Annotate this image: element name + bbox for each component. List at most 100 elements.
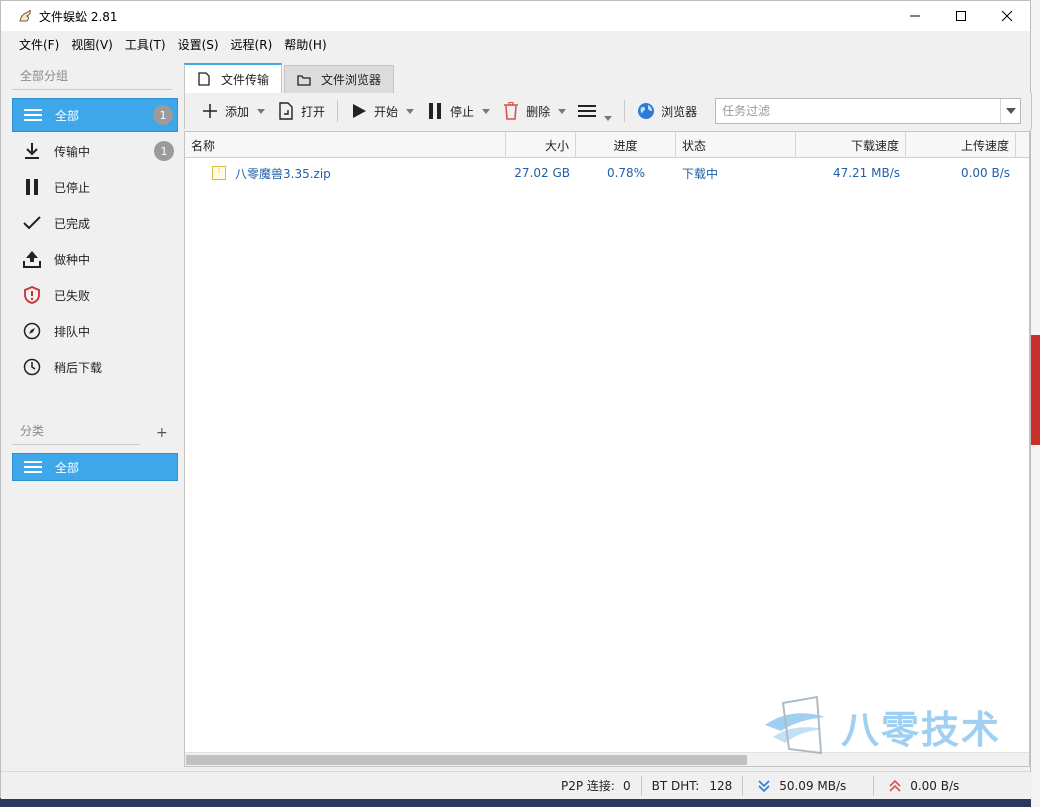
column-header-upload-speed[interactable]: 上传速度 [906,132,1016,158]
upload-icon [21,248,43,270]
delete-label: 删除 [526,104,551,119]
stop-label: 停止 [450,104,475,119]
column-header-size[interactable]: 大小 [506,132,576,158]
add-button[interactable]: 添加 [195,96,271,126]
sidebar-item-seeding[interactable]: 做种中 [12,242,178,276]
file-icon [197,72,211,86]
bt-dht: BT DHT: 128 [652,772,733,800]
trash-icon [502,102,520,120]
play-icon [350,102,368,120]
scrollbar-thumb[interactable] [186,755,747,765]
open-file-icon [277,102,295,120]
sidebar-item-all[interactable]: 全部 1 [12,98,178,132]
download-speed-value: 50.09 MB/s [779,778,847,793]
status-divider [873,775,875,796]
tab-file-browser[interactable]: 文件浏览器 [284,65,395,93]
sidebar-item-failed[interactable]: 已失败 [12,278,178,312]
chevron-down-icon[interactable] [558,108,567,114]
chevron-down-icon[interactable] [1000,99,1020,123]
menu-view[interactable]: 视图(V) [65,36,119,53]
stop-button[interactable]: 停止 [420,96,496,126]
menu-icon [578,102,597,120]
more-menu-button[interactable] [572,96,618,126]
task-filter-input[interactable] [716,99,997,123]
sidebar-item-label: 传输中 [54,144,91,159]
cell-status: 下载中 [682,166,719,181]
column-header-name[interactable]: 名称 [185,132,506,158]
sidebar-item-label: 已失败 [54,288,91,303]
app-logo-icon [17,8,33,24]
cell-progress: 0.78% [606,166,646,180]
menu-remote[interactable]: 远程(R) [225,36,279,53]
cell-download-speed: 47.21 MB/s [832,166,900,180]
sidebar-item-label: 做种中 [54,252,91,267]
status-bar: P2P 连接: 0 BT DHT: 128 50.09 MB/s 0.00 B/… [1,771,1032,799]
count-badge: 1 [154,141,174,161]
count-badge: 1 [153,105,173,125]
menu-bar: 文件(F) 视图(V) 工具(T) 设置(S) 远程(R) 帮助(H) [1,31,1030,57]
sidebar-item-label: 全部 [55,108,80,123]
total-download-speed: 50.09 MB/s [753,772,863,800]
cell-size: 27.02 GB [514,166,570,180]
sidebar-item-later[interactable]: 稍后下载 [12,350,178,384]
chevron-down-icon[interactable] [482,108,491,114]
close-button[interactable] [984,1,1030,31]
cell-name: 八零魔兽3.35.zip [185,165,506,182]
column-header-status[interactable]: 状态 [676,132,796,158]
add-label: 添加 [225,104,250,119]
open-button[interactable]: 打开 [271,96,331,126]
sidebar-item-label: 已停止 [54,180,91,195]
category-heading: 分类 [20,424,45,438]
main-panel: 文件传输 文件浏览器 添加 打开 开始 停止 删除 浏览器 任务过滤 名称 大小… [184,63,1032,769]
delete-button[interactable]: 删除 [496,96,572,126]
title-bar: 文件蜈蚣 2.81 [1,1,1030,31]
menu-file[interactable]: 文件(F) [13,36,65,53]
plus-icon [201,102,219,120]
table-header: 名称 大小 进度 状态 下载速度 上传速度 [185,132,1029,158]
column-header-progress[interactable]: 进度 [576,132,676,158]
file-name: 八零魔兽3.35.zip [235,166,331,181]
divider [12,444,140,445]
start-label: 开始 [374,104,399,119]
table-row[interactable]: 八零魔兽3.35.zip 27.02 GB 0.78% 下载中 47.21 MB… [185,158,1029,188]
download-icon [21,140,43,162]
maximize-button[interactable] [938,1,984,31]
category-item-label: 全部 [55,460,80,475]
window-controls [892,1,1030,31]
menu-help[interactable]: 帮助(H) [278,36,332,53]
status-divider [742,775,744,796]
chevron-down-icon[interactable] [604,115,613,121]
upload-speed-value: 0.00 B/s [910,778,960,793]
sidebar-item-transferring[interactable]: 传输中 1 [12,134,178,168]
column-header-download-speed[interactable]: 下载速度 [796,132,906,158]
add-category-button[interactable]: + [156,425,168,441]
list-icon [22,104,44,126]
menu-tools[interactable]: 工具(T) [119,36,172,53]
clock-icon [21,356,43,378]
transfer-table: 名称 大小 进度 状态 下载速度 上传速度 八零魔兽3.35.zip 27.02… [184,131,1030,767]
watermark: 八零技术 [759,691,1019,761]
task-filter-combobox[interactable] [715,98,1022,124]
check-icon [21,212,43,234]
dht-label: BT DHT: [651,778,700,793]
compass-icon [21,320,43,342]
minimize-button[interactable] [892,1,938,31]
tab-label: 文件浏览器 [321,73,382,87]
download-speed-icon [757,779,771,793]
browser-button[interactable]: 浏览器 [631,96,703,126]
sidebar-item-stopped[interactable]: 已停止 [12,170,178,204]
sidebar-item-label: 排队中 [54,324,91,339]
pause-icon [21,176,43,198]
sidebar-item-queued[interactable]: 排队中 [12,314,178,348]
sidebar-item-label: 稍后下载 [54,360,103,375]
sidebar-item-label: 已完成 [54,216,91,231]
start-button[interactable]: 开始 [344,96,420,126]
chevron-down-icon[interactable] [406,108,415,114]
total-upload-speed: 0.00 B/s [884,772,959,800]
menu-settings[interactable]: 设置(S) [172,36,225,53]
tab-file-transfer[interactable]: 文件传输 [184,63,283,93]
chevron-down-icon[interactable] [257,108,266,114]
shield-alert-icon [21,284,43,306]
category-item-all[interactable]: 全部 [12,453,178,481]
sidebar-item-completed[interactable]: 已完成 [12,206,178,240]
